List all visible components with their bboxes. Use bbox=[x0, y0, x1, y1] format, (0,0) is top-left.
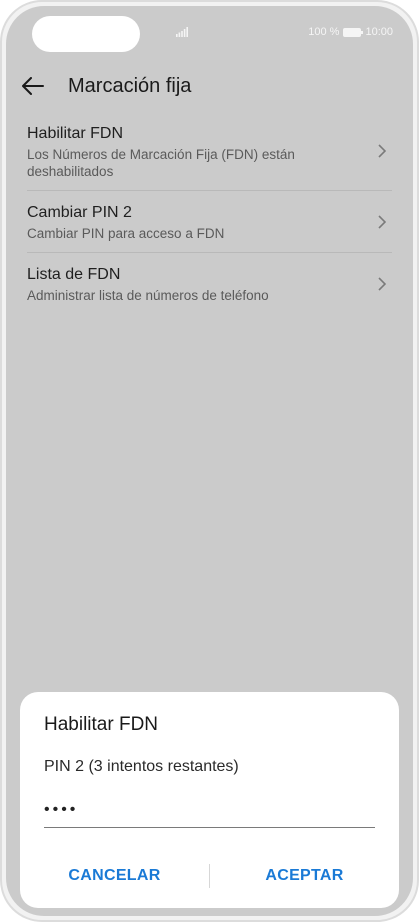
dialog-buttons: CANCELAR ACEPTAR bbox=[20, 864, 399, 888]
accept-button[interactable]: ACEPTAR bbox=[210, 867, 399, 885]
item-subtitle: Administrar lista de números de teléfono bbox=[27, 288, 269, 303]
chevron-right-icon bbox=[378, 142, 392, 160]
back-button[interactable] bbox=[22, 64, 68, 108]
item-title: Habilitar FDN bbox=[27, 125, 124, 142]
battery-icon bbox=[343, 27, 364, 37]
chevron-right-icon bbox=[378, 213, 392, 231]
battery-percent: 100 % bbox=[308, 26, 340, 38]
app-bar: Marcación fija bbox=[6, 64, 413, 108]
camera-cutout bbox=[32, 16, 140, 52]
pin2-label: PIN 2 (3 intentos restantes) bbox=[44, 758, 239, 775]
clock: 10:00 bbox=[365, 26, 393, 38]
page-title: Marcación fija bbox=[68, 74, 192, 97]
status-bar-right: 100 % 10:00 bbox=[308, 24, 393, 40]
back-arrow-icon bbox=[22, 77, 44, 95]
settings-item-change-pin2[interactable]: Cambiar PIN 2 Cambiar PIN para acceso a … bbox=[27, 191, 392, 253]
screen: 100 % 10:00 Marcación fija Habilitar FDN… bbox=[6, 6, 413, 916]
settings-list: Habilitar FDN Los Números de Marcación F… bbox=[27, 112, 392, 314]
item-subtitle: Los Números de Marcación Fija (FDN) está… bbox=[27, 147, 295, 179]
chevron-right-icon bbox=[378, 275, 392, 293]
phone-frame: 100 % 10:00 Marcación fija Habilitar FDN… bbox=[0, 0, 419, 922]
item-title: Lista de FDN bbox=[27, 266, 121, 283]
settings-item-enable-fdn[interactable]: Habilitar FDN Los Números de Marcación F… bbox=[27, 112, 392, 191]
signal-icon bbox=[176, 24, 188, 40]
settings-item-fdn-list[interactable]: Lista de FDN Administrar lista de número… bbox=[27, 253, 392, 314]
cancel-button[interactable]: CANCELAR bbox=[20, 867, 209, 885]
enable-fdn-dialog: Habilitar FDN PIN 2 (3 intentos restante… bbox=[20, 692, 399, 908]
dialog-title: Habilitar FDN bbox=[44, 714, 159, 735]
item-subtitle: Cambiar PIN para acceso a FDN bbox=[27, 226, 225, 241]
item-title: Cambiar PIN 2 bbox=[27, 204, 132, 221]
pin2-input[interactable] bbox=[44, 792, 375, 828]
